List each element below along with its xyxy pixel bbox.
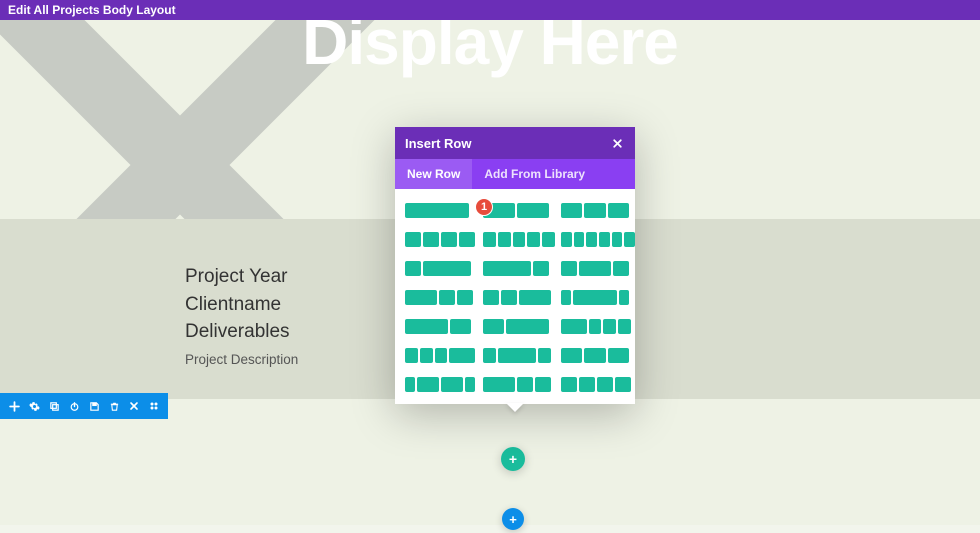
bottom-strip bbox=[0, 525, 980, 533]
project-description-label: Project Description bbox=[185, 352, 298, 367]
plus-icon: + bbox=[509, 512, 517, 527]
top-bar-title: Edit All Projects Body Layout bbox=[8, 3, 176, 17]
modal-body: 1 bbox=[395, 189, 635, 404]
project-client-label: Clientname bbox=[185, 291, 298, 319]
tab-add-from-library[interactable]: Add From Library bbox=[472, 159, 597, 189]
project-meta: Project Year Clientname Deliverables Pro… bbox=[185, 263, 298, 367]
project-deliverables-label: Deliverables bbox=[185, 318, 298, 346]
layout-option[interactable] bbox=[405, 290, 469, 305]
layout-option[interactable] bbox=[483, 348, 547, 363]
save-icon[interactable] bbox=[86, 398, 102, 414]
layout-option[interactable] bbox=[483, 377, 547, 392]
layout-option[interactable] bbox=[561, 377, 625, 392]
hero-title: Display Here bbox=[0, 20, 980, 79]
modal-header[interactable]: Insert Row bbox=[395, 127, 635, 159]
layout-option[interactable] bbox=[561, 290, 625, 305]
add-section-button[interactable]: + bbox=[502, 508, 524, 530]
gear-icon[interactable] bbox=[26, 398, 42, 414]
plus-icon: + bbox=[509, 451, 517, 467]
power-icon[interactable] bbox=[66, 398, 82, 414]
top-bar: Edit All Projects Body Layout bbox=[0, 0, 980, 20]
insert-row-modal: Insert Row New Row Add From Library 1 bbox=[395, 127, 635, 404]
layout-option[interactable] bbox=[483, 232, 547, 247]
add-icon[interactable] bbox=[6, 398, 22, 414]
layout-option[interactable] bbox=[483, 319, 547, 334]
layout-option[interactable] bbox=[561, 348, 625, 363]
layout-option[interactable] bbox=[405, 319, 469, 334]
modal-title: Insert Row bbox=[405, 136, 609, 151]
layout-option[interactable] bbox=[405, 377, 469, 392]
close-icon[interactable] bbox=[126, 398, 142, 414]
layout-option[interactable] bbox=[405, 203, 469, 218]
more-icon[interactable] bbox=[146, 398, 162, 414]
layout-option[interactable] bbox=[405, 261, 469, 276]
layout-option[interactable] bbox=[405, 232, 469, 247]
modal-close-button[interactable] bbox=[609, 135, 625, 151]
section-toolbar bbox=[0, 393, 168, 419]
add-row-button[interactable]: + bbox=[501, 447, 525, 471]
layout-option[interactable] bbox=[483, 261, 547, 276]
layout-option[interactable] bbox=[483, 290, 547, 305]
layout-option[interactable] bbox=[405, 348, 469, 363]
project-year-label: Project Year bbox=[185, 263, 298, 291]
layout-option[interactable] bbox=[561, 203, 625, 218]
trash-icon[interactable] bbox=[106, 398, 122, 414]
step-badge: 1 bbox=[475, 198, 493, 216]
layout-option[interactable] bbox=[561, 261, 625, 276]
duplicate-icon[interactable] bbox=[46, 398, 62, 414]
layout-option[interactable] bbox=[561, 232, 625, 247]
modal-tabs: New Row Add From Library bbox=[395, 159, 635, 189]
modal-arrow bbox=[506, 403, 524, 412]
tab-new-row[interactable]: New Row bbox=[395, 159, 472, 189]
layout-grid bbox=[405, 203, 625, 392]
layout-option[interactable] bbox=[561, 319, 625, 334]
